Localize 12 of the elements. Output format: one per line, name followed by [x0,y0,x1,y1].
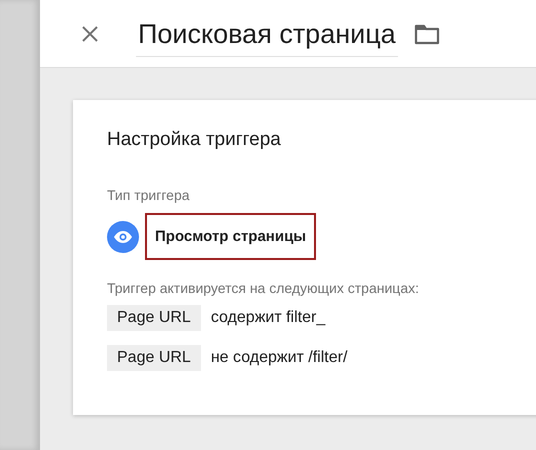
trigger-type-label: Тип триггера [107,187,191,203]
condition-rule: содержит filter_ [210,309,326,327]
condition-rule: не содержит /filter/ [210,349,348,367]
trigger-type-name[interactable]: Просмотр страницы [145,213,316,260]
variable-chip: Page URL [107,345,201,371]
eye-icon [107,220,139,252]
card-title: Настройка триггера [107,129,282,151]
folder-icon [414,22,440,44]
variable-chip: Page URL [107,305,201,331]
close-icon [81,24,99,42]
folder-button[interactable] [414,22,440,44]
conditions-label: Триггер активируется на следующих страницах: [107,280,420,296]
